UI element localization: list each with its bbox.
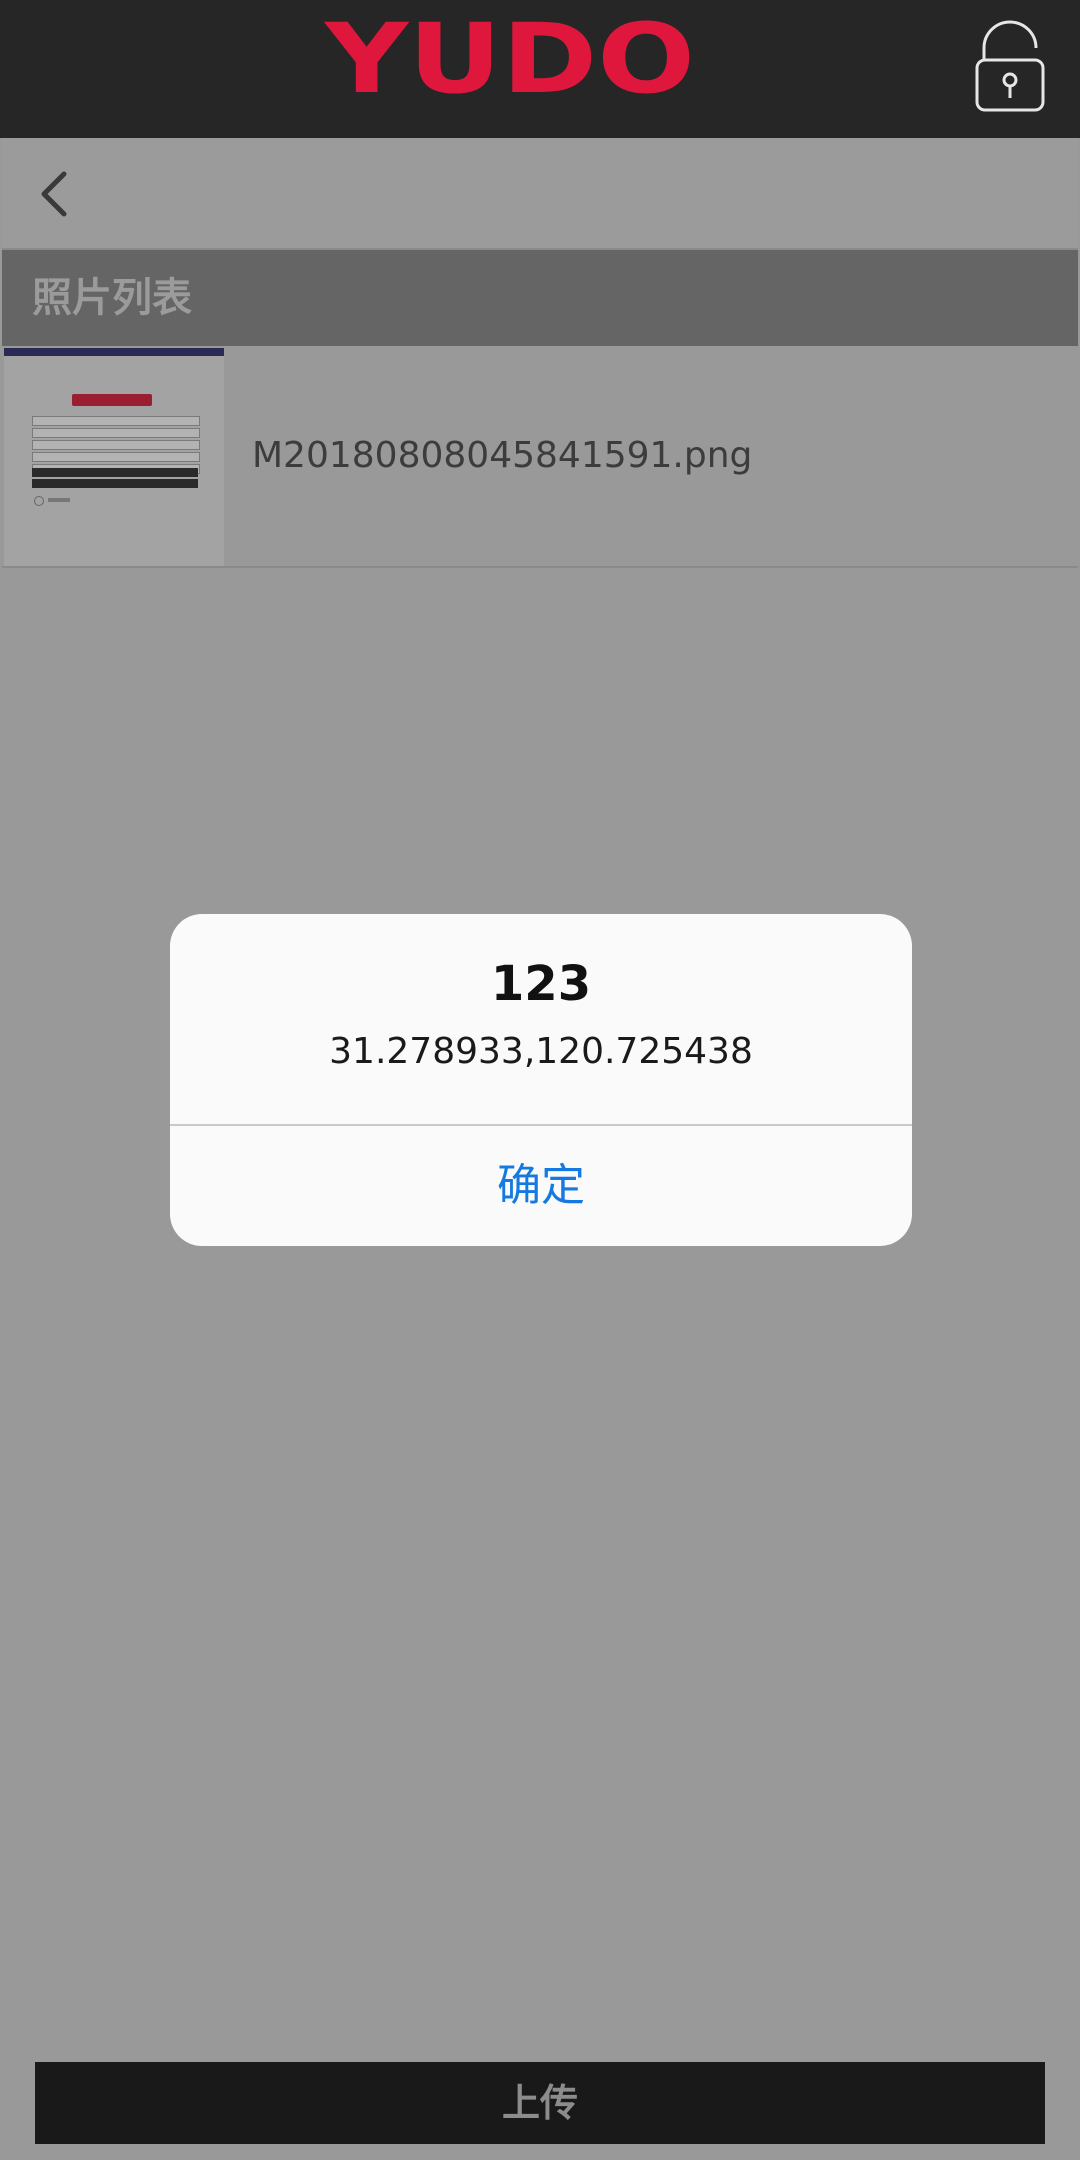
section-header: 照片列表 <box>2 250 1078 346</box>
app-screen: YUDO 照片列表 M20180808045841591.png 上传 123 … <box>0 0 1080 2160</box>
svg-text:YUDO: YUDO <box>324 12 695 104</box>
yudo-logo: YUDO <box>324 12 695 104</box>
dialog-title: 123 <box>490 956 592 1012</box>
alert-dialog: 123 31.278933,120.725438 确定 <box>170 914 912 1246</box>
chevron-left-icon[interactable] <box>32 168 82 220</box>
nav-bar <box>2 138 1078 250</box>
photo-filename: M20180808045841591.png <box>252 435 753 476</box>
confirm-button[interactable]: 确定 <box>170 1126 912 1246</box>
top-header: YUDO <box>0 0 1080 138</box>
section-title: 照片列表 <box>32 275 192 321</box>
unlocked-padlock-icon[interactable] <box>972 18 1048 114</box>
photo-list-item[interactable]: M20180808045841591.png <box>2 348 1078 568</box>
upload-button[interactable]: 上传 <box>35 2062 1045 2144</box>
photo-thumbnail <box>4 348 224 566</box>
dialog-message: 31.278933,120.725438 <box>329 1031 753 1072</box>
